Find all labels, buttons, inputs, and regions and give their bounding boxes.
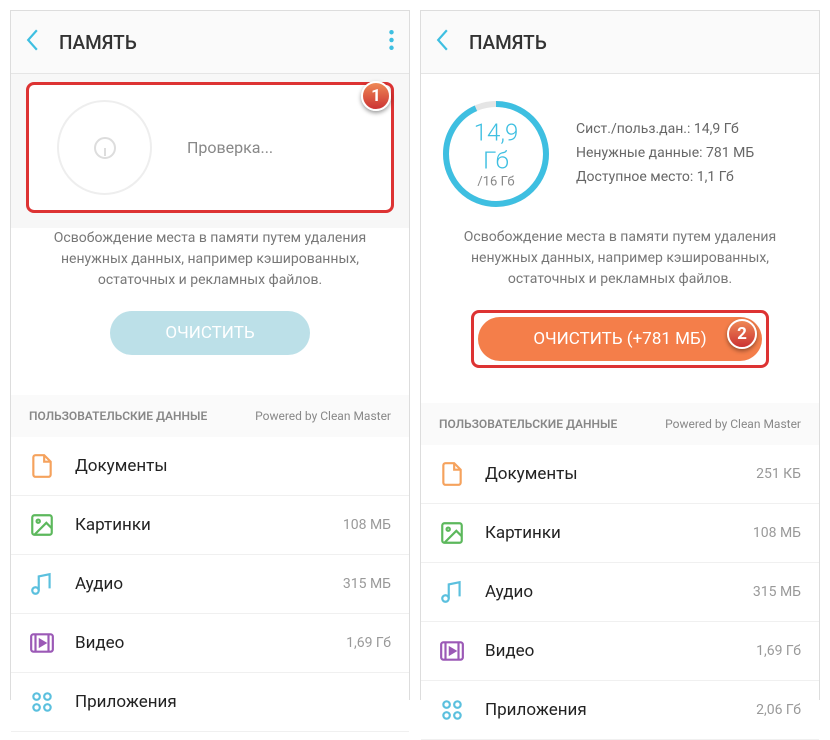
documents-icon: [29, 453, 55, 479]
list-header-title: ПОЛЬЗОВАТЕЛЬСКИЕ ДАННЫЕ: [29, 409, 255, 423]
storage-stats: Сист./польз.дан.: 14,9 Гб Ненужные данны…: [576, 118, 754, 189]
gauge-total-value: /16 Гб: [469, 175, 524, 190]
item-size: 315 МБ: [753, 584, 801, 600]
back-icon[interactable]: [436, 29, 449, 55]
list-item-apps[interactable]: Приложения: [11, 673, 409, 732]
header: ПАМЯТЬ: [11, 11, 409, 74]
apps-icon: [29, 689, 55, 715]
storage-gauge: 14,9 Гб /16 Гб: [441, 99, 551, 209]
item-label: Аудио: [75, 574, 343, 594]
video-icon: [29, 630, 55, 656]
apps-icon: [439, 697, 465, 723]
powered-by-text: Powered by Clean Master: [255, 409, 391, 423]
pictures-icon: [439, 520, 465, 546]
screen-result: 2 ПАМЯТЬ 14,9 Гб /16 Гб Сист./польз.дан.…: [420, 10, 820, 700]
item-size: 251 КБ: [756, 466, 801, 482]
item-label: Картинки: [485, 523, 753, 543]
clean-button[interactable]: ОЧИСТИТЬ: [110, 311, 309, 355]
item-label: Картинки: [75, 515, 343, 535]
checking-panel: Проверка...: [26, 82, 394, 213]
item-size: 2,06 Гб: [756, 702, 801, 718]
page-title: ПАМЯТЬ: [469, 31, 804, 54]
item-label: Приложения: [485, 700, 756, 720]
step-badge-2: 2: [727, 319, 757, 349]
description-text: Освобождение места в памяти путем удален…: [11, 228, 409, 311]
item-size: 1,69 Гб: [346, 635, 391, 651]
item-label: Документы: [485, 464, 756, 484]
more-icon[interactable]: [389, 30, 394, 54]
clean-button[interactable]: ОЧИСТИТЬ (+781 МБ): [478, 317, 761, 361]
video-icon: [439, 638, 465, 664]
powered-by-text: Powered by Clean Master: [665, 417, 801, 431]
list-item-audio[interactable]: Аудио 315 МБ: [421, 563, 819, 622]
list-item-apps[interactable]: Приложения 2,06 Гб: [421, 681, 819, 740]
storage-gauge-panel: 14,9 Гб /16 Гб Сист./польз.дан.: 14,9 Гб…: [421, 74, 819, 227]
stat-available: Доступное место: 1,1 Гб: [576, 166, 754, 190]
list-header-title: ПОЛЬЗОВАТЕЛЬСКИЕ ДАННЫЕ: [439, 417, 665, 431]
item-label: Приложения: [75, 692, 391, 712]
page-title: ПАМЯТЬ: [59, 31, 389, 54]
spinner-icon: [57, 100, 152, 195]
description-text: Освобождение места в памяти путем удален…: [421, 227, 819, 310]
item-size: 315 МБ: [343, 576, 391, 592]
item-label: Видео: [485, 641, 756, 661]
data-list: Документы Картинки 108 МБ Аудио 315 МБ В…: [11, 437, 409, 732]
audio-icon: [29, 571, 55, 597]
item-size: 1,69 Гб: [756, 643, 801, 659]
clean-button-highlight: ОЧИСТИТЬ (+781 МБ): [471, 310, 768, 368]
gauge-used-value: 14,9 Гб: [469, 119, 524, 175]
stat-system-user: Сист./польз.дан.: 14,9 Гб: [576, 118, 754, 142]
list-item-documents[interactable]: Документы: [11, 437, 409, 496]
list-item-pictures[interactable]: Картинки 108 МБ: [421, 504, 819, 563]
list-item-video[interactable]: Видео 1,69 Гб: [11, 614, 409, 673]
audio-icon: [439, 579, 465, 605]
list-item-documents[interactable]: Документы 251 КБ: [421, 445, 819, 504]
item-label: Документы: [75, 456, 391, 476]
checking-status-text: Проверка...: [187, 138, 273, 157]
stat-junk: Ненужные данные: 781 МБ: [576, 142, 754, 166]
list-header: ПОЛЬЗОВАТЕЛЬСКИЕ ДАННЫЕ Powered by Clean…: [421, 403, 819, 445]
item-label: Видео: [75, 633, 346, 653]
data-list: Документы 251 КБ Картинки 108 МБ Аудио 3…: [421, 445, 819, 740]
list-item-video[interactable]: Видео 1,69 Гб: [421, 622, 819, 681]
list-item-pictures[interactable]: Картинки 108 МБ: [11, 496, 409, 555]
pictures-icon: [29, 512, 55, 538]
screen-checking: 1 ПАМЯТЬ Проверка... Освобождение места …: [10, 10, 410, 700]
documents-icon: [439, 461, 465, 487]
list-item-audio[interactable]: Аудио 315 МБ: [11, 555, 409, 614]
back-icon[interactable]: [26, 29, 39, 55]
item-size: 108 МБ: [753, 525, 801, 541]
step-badge-1: 1: [361, 81, 391, 111]
header: ПАМЯТЬ: [421, 11, 819, 74]
item-label: Аудио: [485, 582, 753, 602]
list-header: ПОЛЬЗОВАТЕЛЬСКИЕ ДАННЫЕ Powered by Clean…: [11, 395, 409, 437]
item-size: 108 МБ: [343, 517, 391, 533]
